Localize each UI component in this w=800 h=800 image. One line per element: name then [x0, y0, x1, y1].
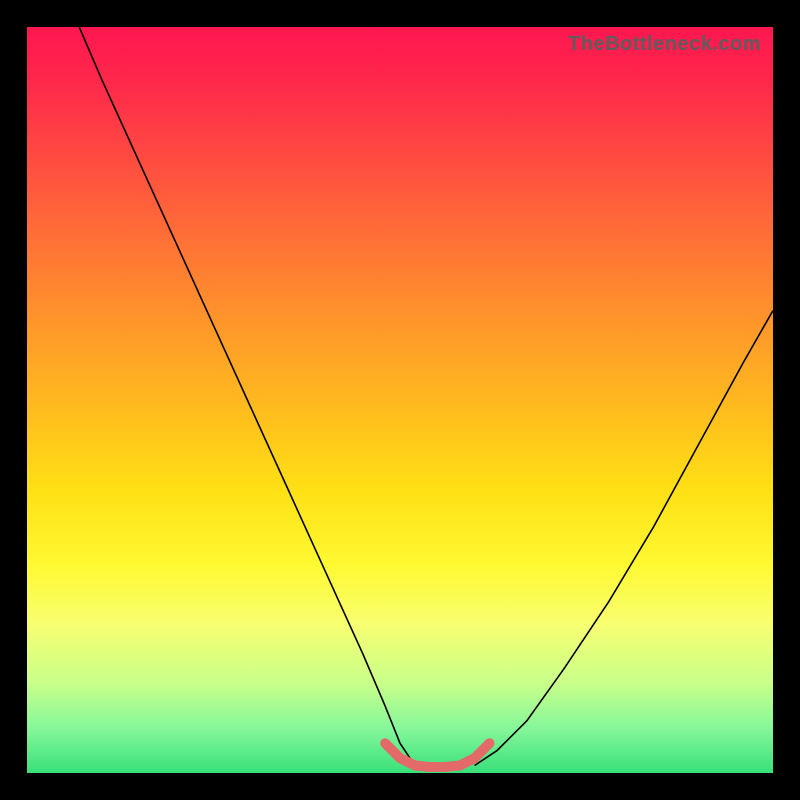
- curve-layer: [27, 27, 773, 773]
- chart-stage: TheBottleneck.com: [0, 0, 800, 800]
- plot-area: TheBottleneck.com: [27, 27, 773, 773]
- curve-left-branch: [79, 27, 415, 766]
- trough-marker: [385, 743, 489, 767]
- curve-right-branch: [475, 311, 773, 766]
